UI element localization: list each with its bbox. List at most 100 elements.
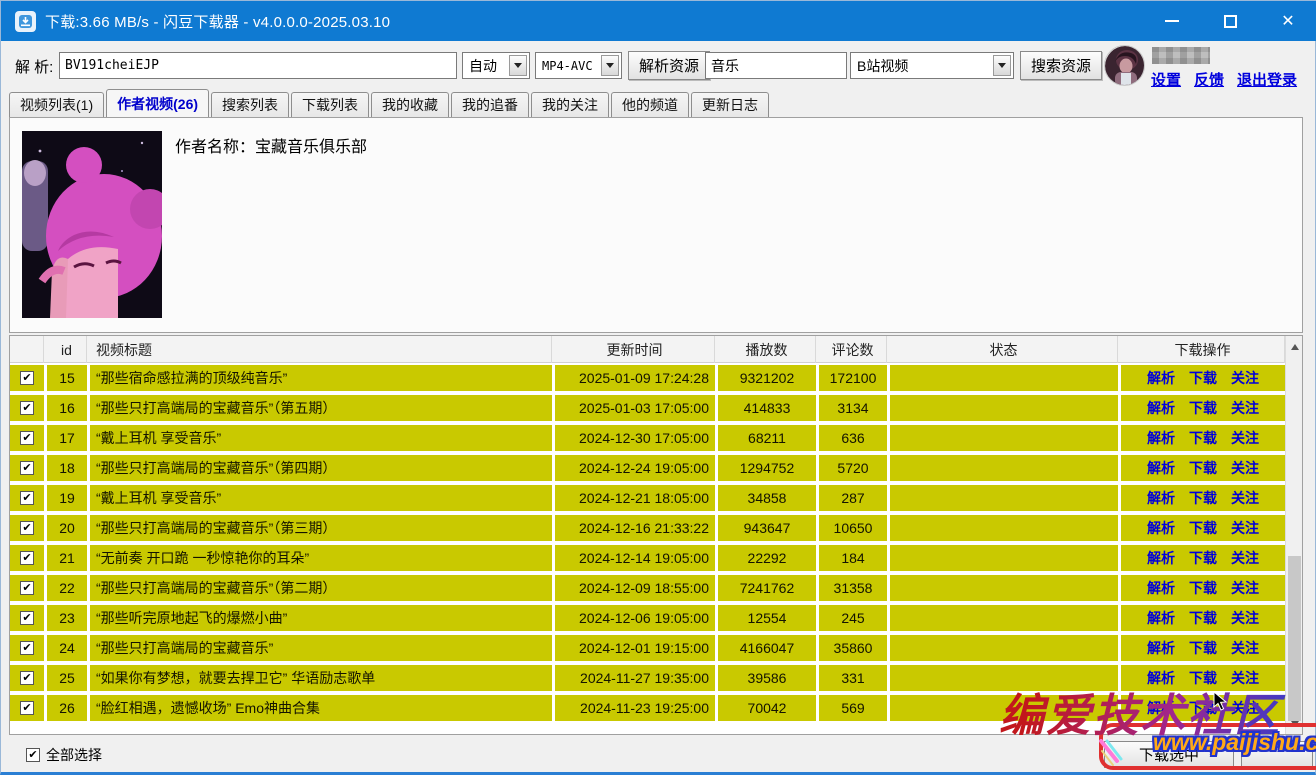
download-link[interactable]: 下载 bbox=[1189, 668, 1217, 688]
quality-dropdown[interactable]: 自动 bbox=[462, 52, 530, 79]
follow-link[interactable]: 关注 bbox=[1231, 428, 1259, 448]
title-bar: 下载:3.66 MB/s - 闪豆下载器 - v4.0.0.0-2025.03.… bbox=[1, 1, 1316, 41]
row-checkbox[interactable]: ✔ bbox=[10, 665, 44, 691]
parse-link[interactable]: 解析 bbox=[1147, 548, 1175, 568]
download-link[interactable]: 下载 bbox=[1189, 518, 1217, 538]
download-link[interactable]: 下载 bbox=[1189, 368, 1217, 388]
download-link[interactable]: 下载 bbox=[1189, 578, 1217, 598]
parse-link[interactable]: 解析 bbox=[1147, 638, 1175, 658]
row-actions: 解析下载关注 bbox=[1121, 485, 1285, 511]
settings-link[interactable]: 设置 bbox=[1151, 69, 1181, 90]
row-checkbox[interactable]: ✔ bbox=[10, 695, 44, 721]
follow-link[interactable]: 关注 bbox=[1231, 368, 1259, 388]
download-selected-button[interactable]: 下载选中 bbox=[1104, 741, 1234, 768]
download-link[interactable]: 下载 bbox=[1189, 548, 1217, 568]
maximize-button[interactable] bbox=[1201, 1, 1259, 41]
header-plays: 播放数 bbox=[718, 336, 816, 363]
format-dropdown[interactable]: MP4-AVC bbox=[535, 52, 622, 79]
user-avatar[interactable] bbox=[1104, 45, 1145, 86]
minimize-button[interactable] bbox=[1143, 1, 1201, 41]
follow-link[interactable]: 关注 bbox=[1231, 698, 1259, 718]
tab-6[interactable]: 我的关注 bbox=[531, 92, 609, 117]
row-checkbox[interactable]: ✔ bbox=[10, 365, 44, 391]
row-play-count: 9321202 bbox=[718, 365, 816, 391]
row-checkbox[interactable]: ✔ bbox=[10, 485, 44, 511]
follow-link[interactable]: 关注 bbox=[1231, 608, 1259, 628]
download-link[interactable]: 下载 bbox=[1189, 638, 1217, 658]
row-checkbox[interactable]: ✔ bbox=[10, 395, 44, 421]
follow-link[interactable]: 关注 bbox=[1231, 398, 1259, 418]
search-resource-button[interactable]: 搜索资源 bbox=[1020, 51, 1102, 80]
tab-0[interactable]: 视频列表(1) bbox=[9, 92, 104, 117]
logout-link[interactable]: 退出登录 bbox=[1237, 69, 1297, 90]
row-checkbox[interactable]: ✔ bbox=[10, 515, 44, 541]
parse-link[interactable]: 解析 bbox=[1147, 518, 1175, 538]
row-checkbox[interactable]: ✔ bbox=[10, 545, 44, 571]
table-row: ✔19“戴上耳机 享受音乐”2024-12-21 18:05:003485828… bbox=[10, 485, 1285, 511]
follow-link[interactable]: 关注 bbox=[1231, 578, 1259, 598]
parse-link[interactable]: 解析 bbox=[1147, 668, 1175, 688]
parse-link[interactable]: 解析 bbox=[1147, 398, 1175, 418]
download-link[interactable]: 下载 bbox=[1189, 698, 1217, 718]
row-updated-time: 2024-12-06 19:05:00 bbox=[555, 605, 715, 631]
follow-link[interactable]: 关注 bbox=[1231, 668, 1259, 688]
tab-5[interactable]: 我的追番 bbox=[451, 92, 529, 117]
row-checkbox[interactable]: ✔ bbox=[10, 455, 44, 481]
row-id: 18 bbox=[47, 455, 87, 481]
row-actions: 解析下载关注 bbox=[1121, 695, 1285, 721]
parse-resource-button[interactable]: 解析资源 bbox=[628, 51, 710, 80]
row-status bbox=[890, 515, 1118, 541]
toolbar: 解 析: 自动 MP4-AVC 解析资源 B站视频 搜索资源 设置 反馈 退出登… bbox=[1, 41, 1316, 89]
follow-link[interactable]: 关注 bbox=[1231, 548, 1259, 568]
row-checkbox[interactable]: ✔ bbox=[10, 575, 44, 601]
chevron-down-icon bbox=[993, 55, 1011, 76]
search-keyword-input[interactable] bbox=[705, 52, 847, 79]
parse-link[interactable]: 解析 bbox=[1147, 608, 1175, 628]
vertical-scrollbar[interactable] bbox=[1285, 336, 1302, 734]
follow-link[interactable]: 关注 bbox=[1231, 518, 1259, 538]
feedback-link[interactable]: 反馈 bbox=[1194, 69, 1224, 90]
tab-8[interactable]: 更新日志 bbox=[691, 92, 769, 117]
tab-2[interactable]: 搜索列表 bbox=[211, 92, 289, 117]
header-actions: 下载操作 bbox=[1121, 336, 1285, 363]
scroll-down-icon[interactable] bbox=[1286, 715, 1303, 732]
parse-link[interactable]: 解析 bbox=[1147, 578, 1175, 598]
download-link[interactable]: 下载 bbox=[1189, 428, 1217, 448]
download-link[interactable]: 下载 bbox=[1189, 458, 1217, 478]
follow-link[interactable]: 关注 bbox=[1231, 458, 1259, 478]
site-dropdown[interactable]: B站视频 bbox=[850, 52, 1014, 79]
follow-link[interactable]: 关注 bbox=[1231, 638, 1259, 658]
row-status bbox=[890, 455, 1118, 481]
format-dropdown-value: MP4-AVC bbox=[542, 59, 593, 73]
follow-link[interactable]: 关注 bbox=[1231, 488, 1259, 508]
parse-link[interactable]: 解析 bbox=[1147, 698, 1175, 718]
row-status bbox=[890, 665, 1118, 691]
obscured-button[interactable] bbox=[1241, 741, 1313, 768]
parse-link[interactable]: 解析 bbox=[1147, 458, 1175, 478]
download-link[interactable]: 下载 bbox=[1189, 608, 1217, 628]
select-all-control: ✔ 全部选择 bbox=[26, 745, 102, 765]
chevron-down-icon bbox=[509, 55, 527, 76]
scrollbar-thumb[interactable] bbox=[1288, 556, 1301, 721]
download-link[interactable]: 下载 bbox=[1189, 398, 1217, 418]
row-comment-count: 245 bbox=[819, 605, 887, 631]
tab-3[interactable]: 下载列表 bbox=[291, 92, 369, 117]
row-checkbox[interactable]: ✔ bbox=[10, 635, 44, 661]
select-all-checkbox[interactable]: ✔ bbox=[26, 748, 40, 762]
row-checkbox[interactable]: ✔ bbox=[10, 605, 44, 631]
window-controls: ✕ bbox=[1143, 1, 1316, 41]
table-row: ✔16“那些只打高端局的宝藏音乐”（第五期）2025-01-03 17:05:0… bbox=[10, 395, 1285, 421]
close-button[interactable]: ✕ bbox=[1259, 1, 1316, 41]
row-checkbox[interactable]: ✔ bbox=[10, 425, 44, 451]
parse-link[interactable]: 解析 bbox=[1147, 368, 1175, 388]
tab-1[interactable]: 作者视频(26) bbox=[106, 89, 209, 117]
scroll-up-icon[interactable] bbox=[1286, 338, 1303, 355]
tab-7[interactable]: 他的频道 bbox=[611, 92, 689, 117]
parse-url-input[interactable] bbox=[59, 52, 457, 79]
parse-link[interactable]: 解析 bbox=[1147, 428, 1175, 448]
parse-link[interactable]: 解析 bbox=[1147, 488, 1175, 508]
download-link[interactable]: 下载 bbox=[1189, 488, 1217, 508]
row-actions: 解析下载关注 bbox=[1121, 425, 1285, 451]
row-actions: 解析下载关注 bbox=[1121, 395, 1285, 421]
tab-4[interactable]: 我的收藏 bbox=[371, 92, 449, 117]
